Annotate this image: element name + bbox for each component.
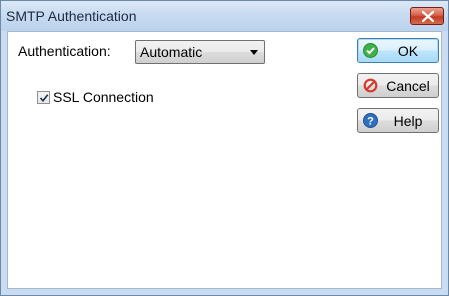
ssl-connection-checkbox[interactable] (37, 91, 50, 104)
ok-button[interactable]: OK (357, 38, 439, 63)
ok-check-icon (363, 43, 378, 58)
window-title: SMTP Authentication (6, 8, 137, 24)
close-button[interactable] (410, 7, 444, 25)
ok-button-label: OK (397, 43, 419, 59)
help-button-label: Help (393, 113, 423, 129)
svg-text:?: ? (367, 116, 374, 128)
authentication-label: Authentication: (18, 43, 111, 59)
dialog-body: Authentication: Automatic SSL Connection… (7, 31, 442, 289)
checkmark-icon (39, 94, 49, 103)
cancel-button[interactable]: Cancel (357, 73, 439, 98)
title-bar[interactable]: SMTP Authentication (1, 1, 448, 31)
close-icon (422, 11, 434, 22)
help-question-icon: ? (363, 113, 378, 128)
smtp-authentication-dialog: SMTP Authentication Authentication: Auto… (0, 0, 449, 296)
help-button[interactable]: ? Help (357, 108, 439, 133)
ssl-connection-label[interactable]: SSL Connection (53, 89, 154, 105)
authentication-dropdown[interactable]: Automatic (135, 40, 265, 64)
cancel-prohibited-icon (363, 78, 378, 93)
cancel-button-label: Cancel (386, 78, 430, 94)
authentication-value: Automatic (140, 44, 203, 60)
chevron-down-icon (250, 50, 258, 55)
